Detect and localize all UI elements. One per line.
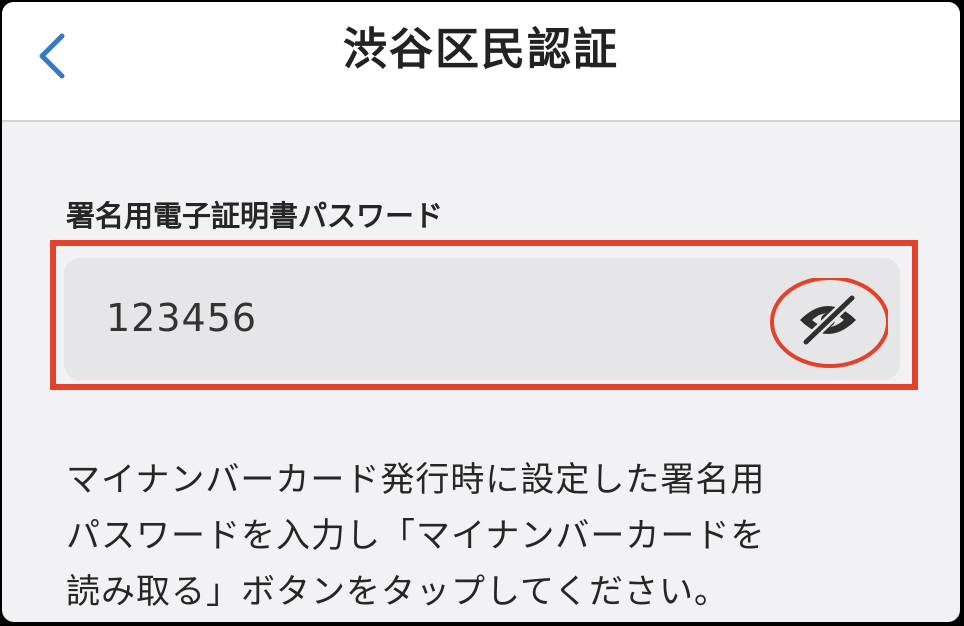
password-input[interactable]: 123456 — [64, 258, 900, 380]
navigation-bar: 渋谷区民認証 — [2, 2, 960, 122]
eye-slash-icon — [770, 278, 888, 368]
app-screen: 渋谷区民認証 署名用電子証明書パスワード 123456 マイナンバーカード発行時… — [2, 2, 960, 622]
toggle-password-visibility-button[interactable] — [768, 278, 888, 382]
password-value: 123456 — [106, 296, 258, 340]
instruction-text: マイナンバーカード発行時に設定した署名用 パスワードを入力し「マイナンバーカード… — [66, 460, 766, 612]
password-field-label: 署名用電子証明書パスワード — [66, 199, 444, 233]
page-title: 渋谷区民認証 — [343, 24, 619, 75]
